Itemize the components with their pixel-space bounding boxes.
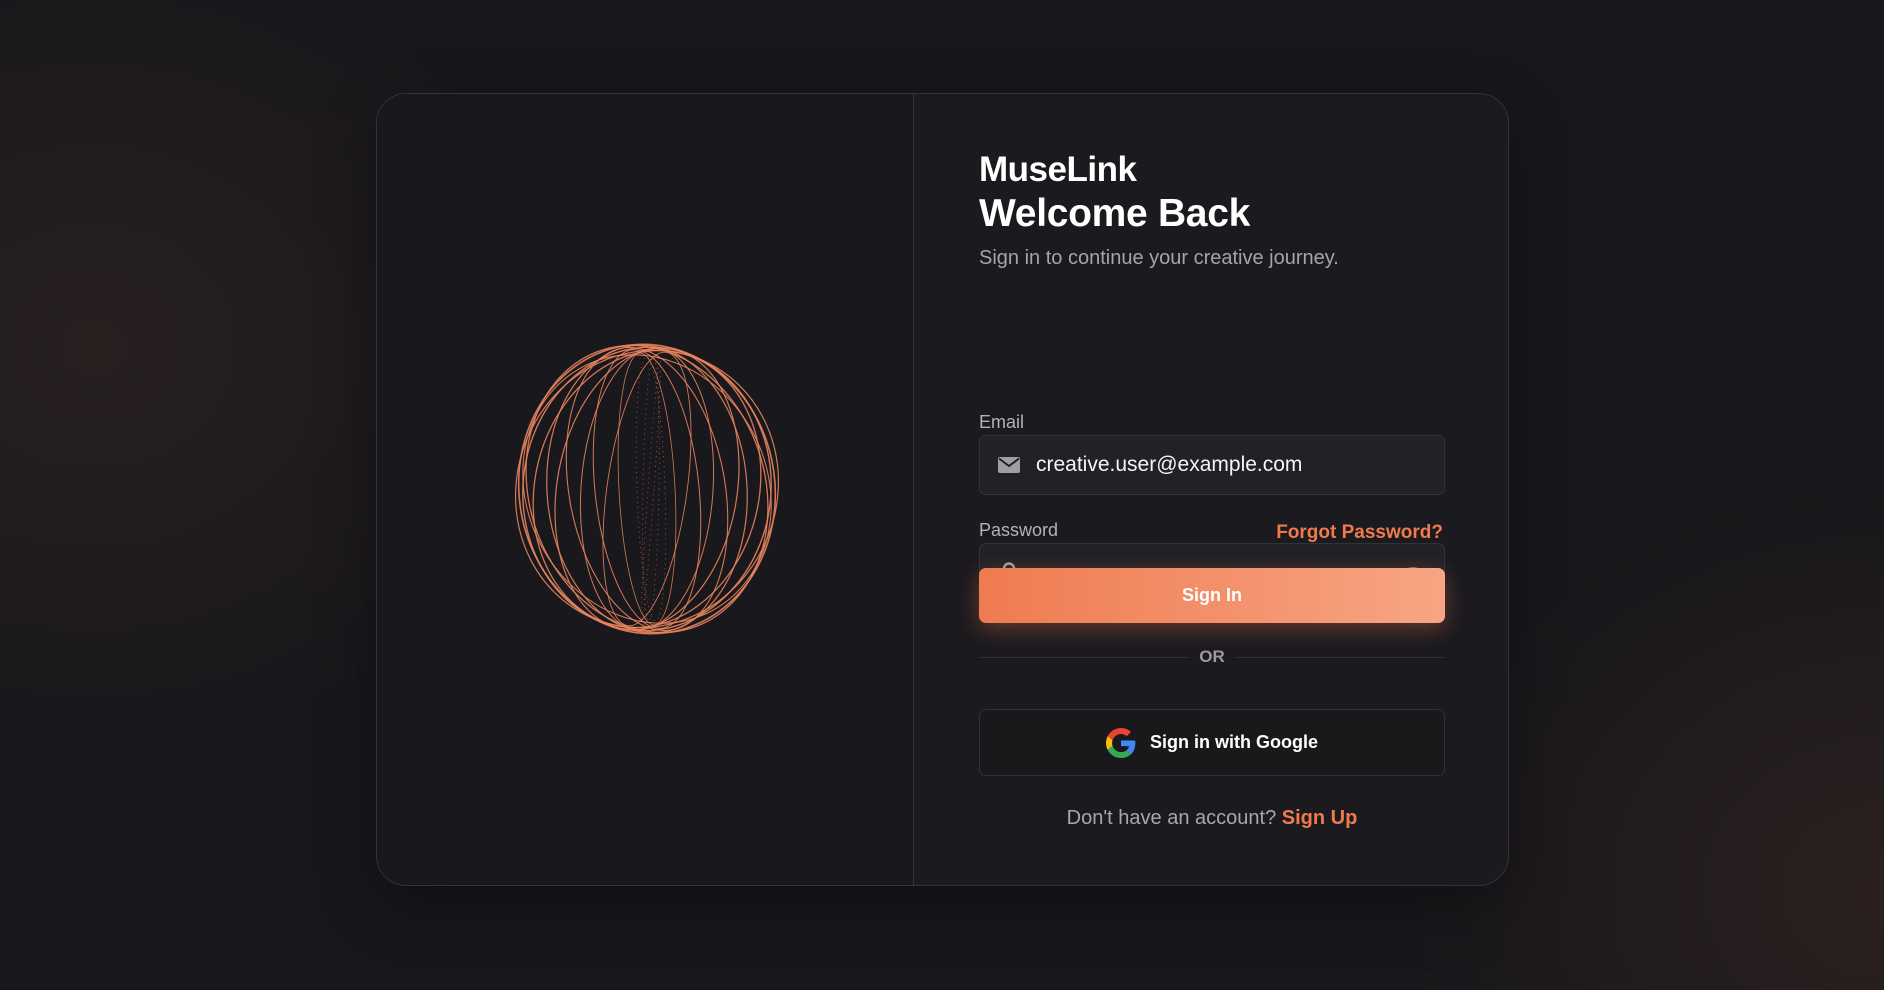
sign-up-link[interactable]: Sign Up — [1282, 807, 1358, 829]
orb-ring — [579, 347, 715, 631]
envelope-icon — [998, 454, 1020, 476]
orb-dotted-ring — [635, 356, 667, 622]
illustration-panel — [377, 94, 914, 885]
sign-in-form: MuseLink Welcome Back Sign in to continu… — [914, 94, 1508, 885]
divider-line-right — [1234, 656, 1445, 658]
orb-ring — [525, 344, 769, 634]
email-field-container[interactable] — [979, 435, 1445, 495]
forgot-password-link[interactable]: Forgot Password? — [1276, 522, 1443, 544]
page-title: Welcome Back — [979, 192, 1250, 235]
page-subtitle: Sign in to continue your creative journe… — [979, 247, 1339, 269]
login-card: MuseLink Welcome Back Sign in to continu… — [376, 93, 1509, 886]
google-sign-in-button[interactable]: Sign in with Google — [979, 709, 1445, 776]
orb-ring — [514, 349, 780, 629]
google-g-icon — [1106, 727, 1136, 758]
orb-ring — [617, 352, 677, 626]
wireframe-orb-illustration — [514, 343, 780, 635]
signup-prompt: Don't have an account? — [1066, 807, 1277, 829]
orb-ring — [592, 349, 702, 629]
brand-name: MuseLink — [979, 150, 1137, 189]
orb-dotted-ring — [640, 357, 662, 622]
sign-in-button[interactable]: Sign In — [979, 568, 1445, 623]
or-divider: OR — [979, 646, 1445, 668]
orb-ring — [546, 344, 748, 634]
email-label: Email — [979, 412, 1025, 432]
orb-ring — [517, 343, 777, 635]
google-button-label: Sign in with Google — [1150, 732, 1318, 752]
signup-prompt-row: Don't have an account? Sign Up — [979, 807, 1445, 830]
divider-label: OR — [1199, 647, 1225, 666]
email-input[interactable] — [1036, 436, 1444, 494]
password-label: Password — [979, 520, 1059, 540]
divider-line-left — [979, 656, 1190, 658]
orb-ring — [522, 354, 772, 624]
